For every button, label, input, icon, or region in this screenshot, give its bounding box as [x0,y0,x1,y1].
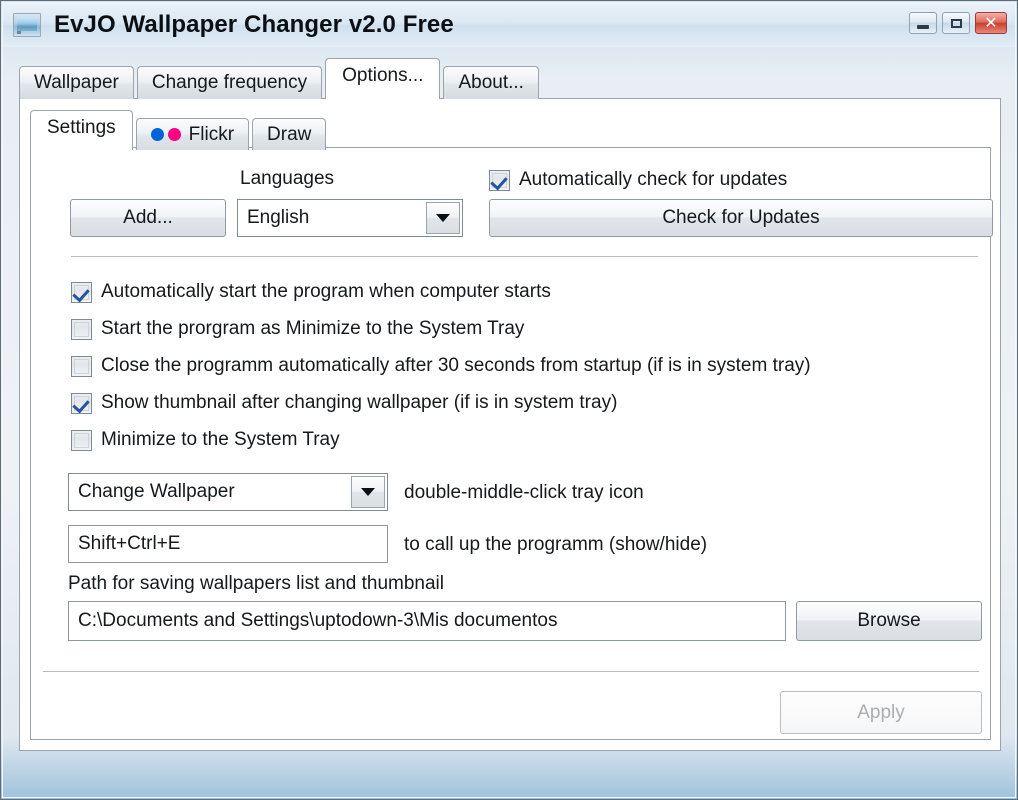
chevron-down-icon[interactable] [426,202,460,234]
tab-options[interactable]: Options... [325,58,441,99]
separator-bottom [43,671,979,673]
tab-label: Wallpaper [34,72,119,93]
auto-update-label: Automatically check for updates [519,169,788,190]
wallpaper-monitor-icon [13,13,41,37]
apply-button[interactable]: Apply [780,691,982,734]
settings-content: Languages Add... English Automatically c… [31,148,993,741]
option-row-show-thumbnail[interactable]: Show thumbnail after changing wallpaper … [71,392,617,414]
option-checkbox-minimize-tray[interactable] [71,429,92,451]
hotkey-label: to call up the programm (show/hide) [404,534,708,555]
add-language-button[interactable]: Add... [70,199,226,237]
subtab-label: Settings [47,117,116,138]
languages-label: Languages [240,168,335,189]
browse-button[interactable]: Browse [796,601,982,641]
maximize-button[interactable] [942,12,970,34]
close-icon: ✕ [984,13,998,32]
tab-label: Change frequency [151,72,308,93]
hotkey-input[interactable]: Shift+Ctrl+E [68,525,388,563]
tray-action-label: double-middle-click tray icon [404,482,644,503]
option-checkbox-close-after-30s[interactable] [71,355,92,377]
application-window: EvJO Wallpaper Changer v2.0 Free ✕ Wallp… [0,0,1018,800]
tab-about[interactable]: About... [443,66,539,99]
settings-subtab-panel: Languages Add... English Automatically c… [30,147,993,741]
option-row-minimize-tray[interactable]: Minimize to the System Tray [71,429,340,451]
option-label: Close the programm automatically after 3… [101,355,811,376]
window-title: EvJO Wallpaper Changer v2.0 Free [54,11,454,38]
sub-tabstrip: Settings Flickr Draw [30,108,329,150]
options-tab-panel: Settings Flickr Draw Languages Add... En… [19,98,1001,751]
separator-top [71,256,978,258]
subtab-label: Draw [267,123,312,145]
client-area: Wallpaper Change frequency Options... Ab… [19,58,1001,751]
option-row-start-minimized[interactable]: Start the prorgram as Minimize to the Sy… [71,318,524,340]
check-for-updates-button[interactable]: Check for Updates [489,199,993,237]
maximize-icon [943,13,969,33]
title-bar[interactable]: EvJO Wallpaper Changer v2.0 Free ✕ [3,3,1015,47]
minimize-icon [910,13,936,33]
option-row-close-after-30s[interactable]: Close the programm automatically after 3… [71,355,811,377]
subtab-flickr[interactable]: Flickr [135,118,250,150]
path-input[interactable]: C:\Documents and Settings\uptodown-3\Mis… [68,601,786,641]
option-label: Show thumbnail after changing wallpaper … [101,392,618,413]
close-button[interactable]: ✕ [975,12,1007,34]
tab-label: About... [458,72,524,93]
path-label: Path for saving wallpapers list and thum… [68,573,444,594]
tab-wallpaper[interactable]: Wallpaper [19,66,134,99]
subtab-label: Flickr [188,123,235,145]
option-label: Automatically start the program when com… [101,281,551,302]
option-checkbox-autostart[interactable] [71,281,92,303]
subtab-draw[interactable]: Draw [252,118,327,150]
option-checkbox-start-minimized[interactable] [71,318,92,340]
auto-update-checkbox-row[interactable]: Automatically check for updates [489,169,787,191]
tab-change-frequency[interactable]: Change frequency [136,66,323,99]
language-select-value: English [247,207,310,228]
option-checkbox-show-thumbnail[interactable] [71,392,92,414]
flickr-dots-icon [150,128,181,141]
auto-update-checkbox[interactable] [489,169,510,191]
tray-action-value: Change Wallpaper [78,481,235,502]
subtab-settings[interactable]: Settings [30,110,133,150]
minimize-button[interactable] [909,12,937,34]
option-row-autostart[interactable]: Automatically start the program when com… [71,281,551,303]
main-tabstrip: Wallpaper Change frequency Options... Ab… [19,58,542,99]
language-select[interactable]: English [237,199,463,237]
tray-action-select[interactable]: Change Wallpaper [68,473,388,511]
tab-label: Options... [342,65,424,86]
option-label: Minimize to the System Tray [101,429,340,450]
option-label: Start the prorgram as Minimize to the Sy… [101,318,525,339]
chevron-down-icon[interactable] [351,476,385,508]
window-controls: ✕ [909,12,1007,34]
